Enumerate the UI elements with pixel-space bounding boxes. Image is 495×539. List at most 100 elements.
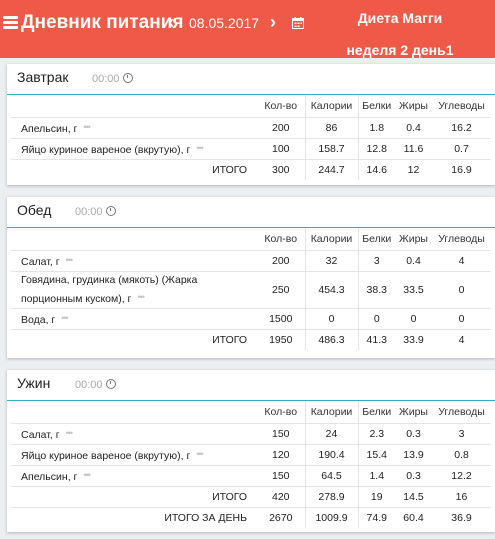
clock-icon — [122, 73, 133, 83]
qty-value: 100 — [257, 138, 306, 160]
fat-value: 0.3 — [395, 423, 432, 445]
col-kcal: Калории — [305, 228, 359, 251]
total-kcal: 244.7 — [305, 159, 359, 180]
col-qty: Кол-во — [257, 401, 306, 424]
meal-name: Обед — [17, 202, 52, 218]
total-fat: 12 — [395, 159, 432, 180]
food-name: Яйцо куриное вареное (вкрутую), г — [21, 449, 191, 462]
table-row[interactable]: Апельсин, г ••• 150 64.5 1.4 0.3 12.2 — [11, 465, 491, 487]
prev-day-button[interactable]: ‹ — [168, 12, 174, 33]
kcal-value: 64.5 — [305, 465, 359, 487]
meal-card-dinner: Ужин 00:00 Кол-во Калории Белки Жиры Угл… — [7, 370, 495, 532]
carbs-value: 4 — [432, 250, 491, 272]
calendar-icon[interactable] — [292, 17, 304, 29]
more-icon[interactable]: ••• — [83, 122, 91, 132]
carbs-value: 3 — [432, 423, 491, 445]
col-carbs: Углеводы — [438, 233, 485, 245]
total-protein: 14.6 — [358, 159, 395, 180]
current-date[interactable]: 08.05.2017 — [189, 15, 259, 31]
protein-value: 3 — [358, 250, 395, 272]
fat-value: 0.4 — [395, 117, 432, 139]
total-row: ИТОГО 420 278.9 19 14.5 16 — [11, 486, 491, 508]
fat-value: 33.5 — [395, 271, 432, 309]
qty-value: 200 — [257, 117, 306, 139]
kcal-value: 0 — [305, 308, 359, 330]
more-icon[interactable]: ••• — [196, 449, 204, 459]
col-qty: Кол-во — [257, 228, 306, 251]
protein-value: 2.3 — [358, 423, 395, 445]
col-carbs: Углеводы — [438, 406, 485, 418]
col-kcal: Калории — [305, 401, 359, 424]
total-qty: 300 — [257, 159, 306, 180]
meal-time[interactable]: 00:00 — [75, 206, 116, 218]
day-total-protein: 74.9 — [358, 507, 395, 528]
fat-value: 0.3 — [395, 465, 432, 487]
day-total-qty: 2670 — [257, 507, 306, 528]
more-icon[interactable]: ••• — [66, 428, 74, 438]
kcal-value: 32 — [305, 250, 359, 272]
app-title: Дневник питания — [21, 12, 184, 33]
menu-icon[interactable] — [3, 16, 18, 30]
app-header: Дневник питания ‹ 08.05.2017 › Диета Маг… — [0, 0, 495, 58]
total-carbs: 4 — [432, 329, 491, 350]
carbs-value: 0 — [432, 271, 491, 309]
table-row[interactable]: Говядина, грудинка (мякоть) (Жарка порцио… — [11, 271, 491, 309]
table-row[interactable]: Салат, г ••• 200 32 3 0.4 4 — [11, 250, 491, 272]
fat-value: 11.6 — [395, 138, 432, 160]
protein-value: 1.4 — [358, 465, 395, 487]
total-protein: 41.3 — [358, 329, 395, 350]
more-icon[interactable]: ••• — [196, 143, 204, 153]
carbs-value: 16.2 — [432, 117, 491, 139]
carbs-value: 12.2 — [432, 465, 491, 487]
more-icon[interactable]: ••• — [137, 292, 145, 302]
next-day-button[interactable]: › — [270, 12, 276, 33]
food-name: Апельсин, г — [21, 122, 78, 135]
food-name: Говядина, грудинка (мякоть) (Жарка порцио… — [21, 274, 198, 305]
qty-value: 250 — [257, 271, 306, 309]
more-icon[interactable]: ••• — [83, 470, 91, 480]
protein-value: 12.8 — [358, 138, 395, 160]
meal-table: Кол-во Калории Белки Жиры Углеводы Салат… — [11, 401, 491, 528]
diet-title: Диета Магги — [357, 10, 443, 26]
total-qty: 1950 — [257, 329, 306, 350]
meal-time[interactable]: 00:00 — [75, 379, 116, 391]
clock-icon — [105, 379, 116, 389]
table-row[interactable]: Яйцо куриное вареное (вкрутую), г ••• 100… — [11, 138, 491, 160]
table-row[interactable]: Салат, г ••• 150 24 2.3 0.3 3 — [11, 423, 491, 445]
day-total-fat: 60.4 — [395, 507, 432, 528]
protein-value: 15.4 — [358, 444, 395, 466]
total-protein: 19 — [358, 486, 395, 508]
protein-value: 1.8 — [358, 117, 395, 139]
total-label: ИТОГО — [11, 329, 257, 350]
col-qty: Кол-во — [257, 95, 306, 118]
total-label: ИТОГО — [11, 159, 257, 180]
food-name: Салат, г — [21, 428, 60, 441]
food-name: Салат, г — [21, 255, 60, 268]
meal-table: Кол-во Калории Белки Жиры Углеводы Салат… — [11, 228, 491, 350]
meal-time[interactable]: 00:00 — [92, 73, 133, 85]
day-total-label: ИТОГО ЗА ДЕНЬ — [11, 507, 257, 528]
diet-week-day: неделя 2 день1 — [346, 42, 454, 58]
meal-card-lunch: Обед 00:00 Кол-во Калории Белки Жиры Угл… — [7, 197, 495, 358]
table-row[interactable]: Яйцо куриное вареное (вкрутую), г ••• 120… — [11, 444, 491, 466]
total-kcal: 486.3 — [305, 329, 359, 350]
fat-value: 13.9 — [395, 444, 432, 466]
total-carbs: 16 — [432, 486, 491, 508]
total-qty: 420 — [257, 486, 306, 508]
carbs-value: 0 — [432, 308, 491, 330]
col-carbs: Углеводы — [438, 100, 485, 112]
col-kcal: Калории — [305, 95, 359, 118]
fat-value: 0 — [395, 308, 432, 330]
col-protein: Белки — [362, 100, 392, 112]
table-row[interactable]: Апельсин, г ••• 200 86 1.8 0.4 16.2 — [11, 117, 491, 139]
kcal-value: 86 — [305, 117, 359, 139]
food-name: Апельсин, г — [21, 470, 78, 483]
food-name: Вода, г — [21, 313, 56, 326]
more-icon[interactable]: ••• — [61, 313, 69, 323]
more-icon[interactable]: ••• — [66, 255, 74, 265]
qty-value: 150 — [257, 465, 306, 487]
meal-header: Обед 00:00 — [7, 197, 495, 228]
total-fat: 14.5 — [395, 486, 432, 508]
total-carbs: 16.9 — [432, 159, 491, 180]
table-row[interactable]: Вода, г ••• 1500 0 0 0 0 — [11, 308, 491, 330]
